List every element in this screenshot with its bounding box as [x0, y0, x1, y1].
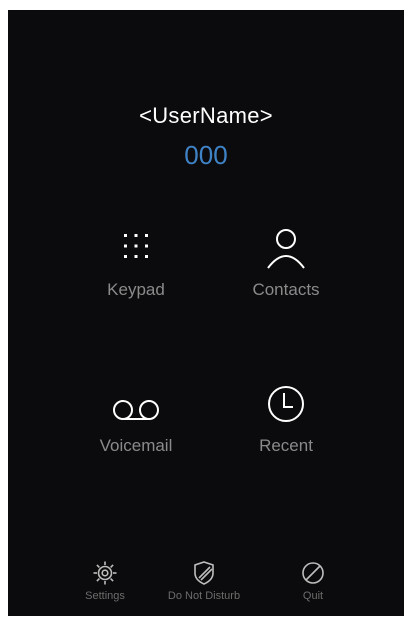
contacts-label: Contacts	[252, 280, 320, 299]
do-not-disturb-label: Do Not Disturb	[167, 590, 241, 602]
do-not-disturb-button[interactable]: Do Not Disturb	[154, 560, 254, 606]
user-name: <UserName>	[139, 103, 273, 128]
gear-icon	[93, 561, 117, 585]
person-icon	[267, 229, 305, 269]
shield-icon	[194, 561, 214, 585]
voicemail-button[interactable]: Voicemail	[61, 382, 211, 472]
keypad-icon	[124, 234, 148, 258]
no-entry-icon	[302, 562, 324, 584]
user-extension: 000	[184, 140, 228, 170]
contacts-button[interactable]: Contacts	[211, 226, 361, 316]
recent-button[interactable]: Recent	[211, 382, 361, 472]
quit-label: Quit	[302, 590, 324, 602]
quit-button[interactable]: Quit	[263, 560, 363, 606]
keypad-button[interactable]: Keypad	[61, 226, 211, 316]
settings-label: Settings	[85, 590, 125, 602]
phone-screen: <UserName> 000 Keypad Contacts Voicemail…	[8, 10, 404, 616]
keypad-label: Keypad	[107, 280, 165, 299]
recent-label: Recent	[259, 436, 313, 455]
clock-icon	[268, 386, 304, 422]
voicemail-label: Voicemail	[99, 436, 173, 455]
settings-button[interactable]: Settings	[55, 560, 155, 606]
voicemail-icon	[113, 400, 159, 420]
